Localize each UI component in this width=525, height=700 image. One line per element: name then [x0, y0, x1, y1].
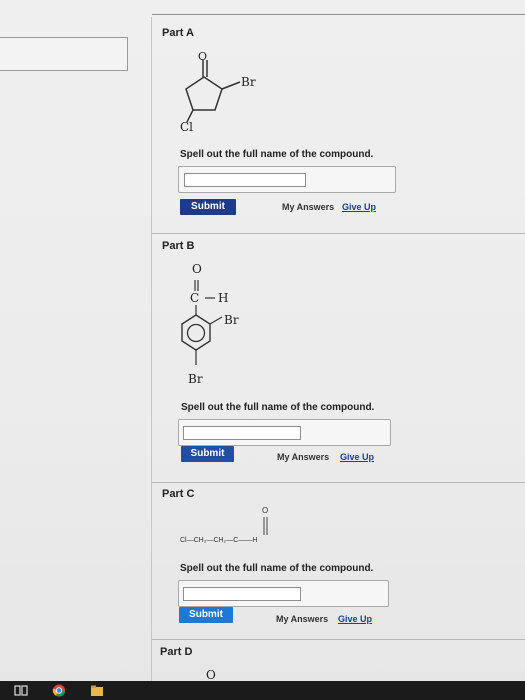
left-answer-field[interactable] [0, 37, 128, 71]
part-b-bromine-para-label: Br [188, 372, 203, 386]
part-c-my-answers-link[interactable]: My Answers [276, 614, 328, 624]
content-left-border [151, 17, 152, 681]
part-a-bromine-label: Br [241, 75, 256, 89]
part-b-prompt: Spell out the full name of the compound. [181, 402, 375, 413]
part-b-submit-button[interactable]: Submit [181, 446, 234, 462]
part-b-label: Part B [162, 240, 195, 252]
chrome-icon[interactable] [52, 684, 66, 697]
part-c-divider [152, 639, 525, 640]
part-a-chlorine-label: Cl [180, 120, 194, 134]
part-a-give-up-link[interactable]: Give Up [342, 202, 376, 212]
part-a-prompt: Spell out the full name of the compound. [180, 149, 374, 160]
part-a-submit-button[interactable]: Submit [180, 199, 236, 215]
part-b-answer-container [178, 419, 391, 446]
part-a-divider [152, 233, 525, 234]
windows-task-view-icon[interactable] [14, 684, 28, 697]
top-divider [152, 14, 525, 15]
part-a-oxygen-label: O [198, 50, 208, 63]
windows-taskbar [0, 681, 525, 700]
part-c-submit-button[interactable]: Submit [179, 607, 233, 623]
part-c-prompt: Spell out the full name of the compound. [180, 563, 374, 574]
part-d-label: Part D [160, 646, 193, 658]
part-a-my-answers-link[interactable]: My Answers [282, 202, 334, 212]
part-b-answer-input[interactable] [183, 426, 301, 440]
part-c-label: Part C [162, 488, 195, 500]
file-explorer-icon[interactable] [90, 684, 104, 697]
part-b-give-up-link[interactable]: Give Up [340, 452, 374, 462]
part-b-my-answers-link[interactable]: My Answers [277, 452, 329, 462]
part-c-answer-container [178, 580, 389, 607]
part-a-answer-container [178, 166, 396, 193]
part-a-label: Part A [162, 27, 194, 39]
part-b-bromine-ortho-label: Br [224, 313, 239, 327]
part-b-carbon-label: C [190, 291, 200, 305]
part-d-oxygen-label: O [206, 668, 216, 682]
part-c-formula: Cl—CH₂—CH₂—C——H [180, 537, 258, 544]
part-c-oxygen-label: O [262, 506, 269, 515]
part-c-answer-input[interactable] [183, 587, 301, 601]
part-b-divider [152, 482, 525, 483]
part-c-give-up-link[interactable]: Give Up [338, 614, 372, 624]
part-a-answer-input[interactable] [184, 173, 306, 187]
question-page: Part A O Br Cl Spell out the full name o… [0, 0, 525, 700]
part-b-hydrogen-label: H [218, 291, 229, 305]
part-b-structure [181, 280, 223, 365]
